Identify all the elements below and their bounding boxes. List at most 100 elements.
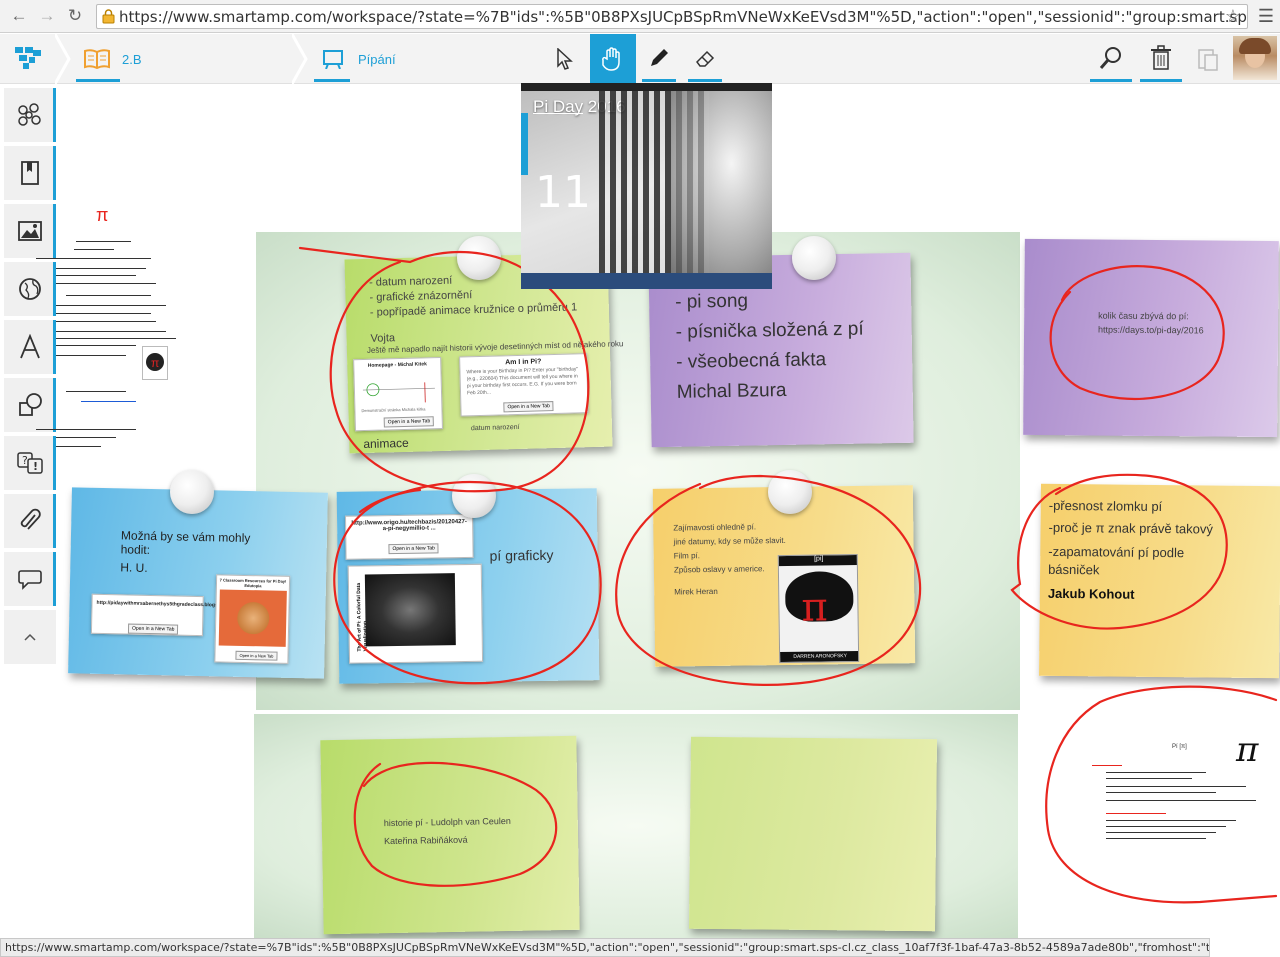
open-new-tab-button[interactable]: Open in a New Tab <box>383 416 435 428</box>
doc-left-line <box>56 331 166 332</box>
note-author: Kateřina Rabiňáková <box>384 834 468 847</box>
tool-underline <box>1140 79 1182 82</box>
app-logo[interactable] <box>0 34 58 84</box>
doc-left-link <box>81 401 136 402</box>
note-author: Mirek Heran <box>674 586 718 597</box>
doc-right-pi: π <box>1236 730 1259 770</box>
hand-tool-button[interactable] <box>590 34 636 84</box>
search-button[interactable] <box>1088 34 1134 84</box>
doc-left-line <box>56 338 176 339</box>
popup-day: 11 <box>535 167 591 218</box>
sidebar-item-attachments[interactable] <box>4 494 56 548</box>
forward-icon[interactable]: → <box>36 6 58 26</box>
doc-left-line <box>56 355 126 356</box>
note-green-2[interactable]: historie pí - Ludolph van Ceulen Kateřin… <box>320 735 580 935</box>
note-line: jiné datumy, kdy se může slavit. <box>673 535 786 547</box>
tool-underline <box>642 79 676 82</box>
popup-topbar <box>521 83 772 91</box>
doc-right[interactable]: Pí [π] π <box>1072 720 1276 900</box>
trash-icon <box>1151 45 1171 70</box>
breadcrumb-separator <box>55 34 71 84</box>
reload-icon[interactable]: ↻ <box>64 6 86 26</box>
browser-chrome: ← → ↻ https://www.smartamp.com/workspace… <box>0 0 1280 33</box>
select-tool-button[interactable] <box>542 34 588 84</box>
browser-menu-icon[interactable]: ☰ <box>1258 6 1274 27</box>
search-icon <box>1099 47 1121 69</box>
app-toolbar: 2.B Pípání <box>0 34 1280 84</box>
card-caption: Demonstrační stránka Michala Kitka <box>361 406 426 414</box>
pushpin <box>452 474 496 518</box>
eraser-icon <box>696 50 715 67</box>
note-title: pí graficky <box>489 546 554 564</box>
doc-left-line <box>36 258 151 259</box>
note-label-animace: animace <box>363 435 409 452</box>
book-icon <box>84 49 110 69</box>
doc-left-line <box>76 241 131 242</box>
pie-photo <box>218 589 287 647</box>
popup-taskbar <box>521 273 772 289</box>
link-card-homepage[interactable]: Homepage - Michal Kitek Demonstrační str… <box>353 356 443 432</box>
note-blue-2[interactable]: pí graficky http://www.origo.hu/techbazi… <box>336 488 600 684</box>
card-title: Homepage - Michal Kitek <box>367 361 427 369</box>
sidebar-collapse[interactable] <box>4 610 56 664</box>
link-card-am-i-in-pi[interactable]: Am I in Pi? Where is your Birthday in Pi… <box>459 353 589 417</box>
paste-button[interactable] <box>1184 34 1230 84</box>
open-new-tab-button[interactable]: Open in a New Tab <box>235 650 278 661</box>
speech-bubble-icon <box>18 570 42 590</box>
pi-day-popup[interactable]: Pi Day 2016 11 <box>521 83 772 289</box>
pushpin <box>768 470 812 514</box>
note-green-3[interactable] <box>689 736 937 932</box>
poster-director: DARREN ARONOFSKY <box>780 650 860 663</box>
doc-right-line <box>1106 832 1216 833</box>
breadcrumb-underline <box>314 79 350 82</box>
pen-tool-button[interactable] <box>636 34 682 84</box>
card-chart <box>362 382 435 403</box>
breadcrumb-board-label: Pípání <box>358 52 396 67</box>
board-icon <box>323 50 343 69</box>
sidebar-item-comments[interactable] <box>4 552 56 606</box>
open-new-tab-button[interactable]: Open in a New Tab <box>388 543 439 555</box>
link-card-edutopia[interactable]: 7 Classroom Resources for Pi Day! Edutop… <box>214 574 291 664</box>
avatar[interactable] <box>1233 36 1277 80</box>
breadcrumb-board[interactable]: Pípání <box>310 34 510 84</box>
link-card-blog[interactable]: http://pidaywithmrsabernethys5thgradecla… <box>90 593 234 637</box>
card-title: 7 Classroom Resources for Pi Day! Edutop… <box>219 577 287 589</box>
card-title: http://www.origo.hu/techbazis/20120427-a… <box>351 519 467 533</box>
open-new-tab-button[interactable]: Open in a New Tab <box>503 401 554 413</box>
sidebar-item-notebook[interactable] <box>4 146 56 200</box>
url-text: https://www.smartamp.com/workspace/?stat… <box>119 8 1248 26</box>
doc-left[interactable]: π π <box>36 205 176 465</box>
note-line: Film pí. <box>673 551 701 561</box>
bookmark-star-icon[interactable]: ☆ <box>1225 6 1241 27</box>
sidebar-item-groups[interactable] <box>4 88 56 142</box>
chevron-up-icon <box>24 633 36 641</box>
note-purple-2[interactable]: kolik času zbývá do pí: https://days.to/… <box>1023 238 1279 438</box>
note-blue-1[interactable]: Možná by se vám mohly hodit: H. U. http:… <box>68 487 328 679</box>
breadcrumb-underline <box>76 79 120 82</box>
doc-left-thumbnail: π <box>142 346 168 380</box>
breadcrumb-class-label: 2.B <box>122 52 142 67</box>
doc-right-heading <box>1106 813 1166 814</box>
note-line: hodit: <box>120 542 151 557</box>
poster-pi: π <box>801 584 829 631</box>
note-link[interactable]: https://days.to/pi-day/2016 <box>1098 324 1204 338</box>
doc-right-heading <box>1092 765 1122 766</box>
eraser-tool-button[interactable] <box>682 34 728 84</box>
note-line: -proč je π znak právě takový <box>1048 519 1213 537</box>
doc-left-line <box>56 446 101 447</box>
address-bar[interactable]: https://www.smartamp.com/workspace/?stat… <box>96 4 1248 29</box>
pen-icon <box>651 49 668 66</box>
back-icon[interactable]: ← <box>8 6 30 26</box>
note-line: historie pí - Ludolph van Ceulen <box>383 815 511 829</box>
link-card-art-of-pi[interactable]: The Art of Pi: A Colorful Data Visualiza… <box>347 563 484 664</box>
note-author: H. U. <box>120 560 148 575</box>
doc-left-pi: π <box>96 205 109 225</box>
note-yellow-2[interactable]: -přesnost zlomku pí -proč je π znak práv… <box>1039 483 1280 679</box>
popup-share-rail <box>521 113 528 175</box>
movie-poster: [pi] π DARREN ARONOFSKY <box>777 553 860 664</box>
breadcrumb-class[interactable]: 2.B <box>72 34 297 84</box>
note-author: Michal Bzura <box>676 379 787 403</box>
open-new-tab-button[interactable]: Open in a New Tab <box>127 623 179 635</box>
link-card-origo[interactable]: http://www.origo.hu/techbazis/20120427-a… <box>345 513 474 560</box>
trash-button[interactable] <box>1138 34 1184 84</box>
